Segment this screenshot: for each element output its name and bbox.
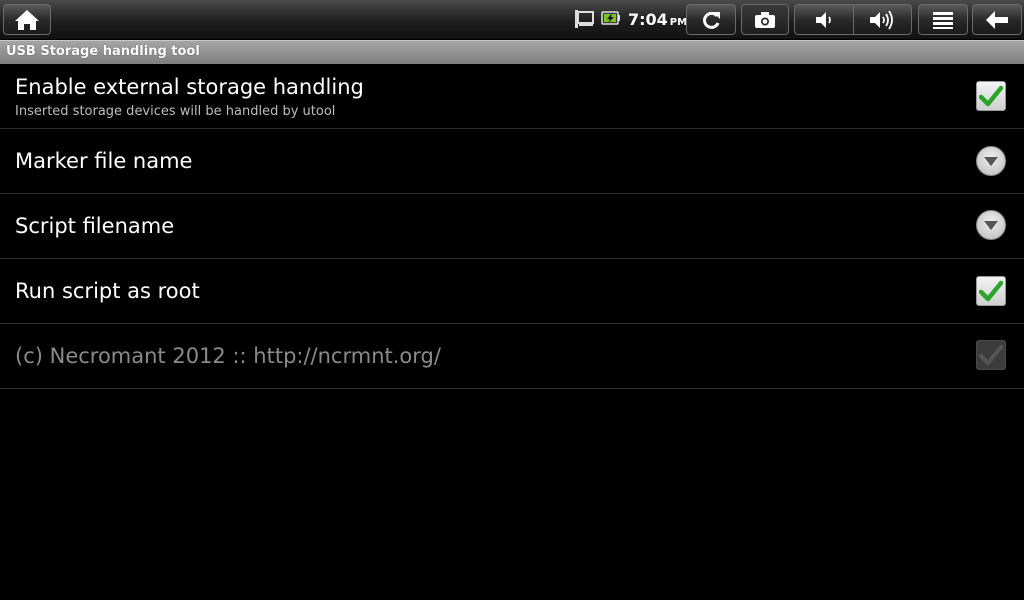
app-title: USB Storage handling tool (6, 44, 200, 59)
clock: 7:04 PM (628, 10, 687, 30)
dropdown-arrow-icon (984, 157, 998, 166)
script-filename-dropdown[interactable] (976, 210, 1006, 240)
pref-title: Marker file name (15, 149, 193, 173)
battery-charging-icon (601, 11, 620, 25)
back-button[interactable] (972, 4, 1022, 35)
pref-title: (c) Necromant 2012 :: http://ncrmnt.org/ (15, 344, 441, 368)
dropdown-arrow-icon (984, 221, 998, 230)
run-as-root-checkbox[interactable] (976, 276, 1006, 306)
system-bar: 7:04 PM (0, 0, 1024, 40)
volume-up-button[interactable] (852, 5, 911, 34)
pref-copyright: (c) Necromant 2012 :: http://ncrmnt.org/ (0, 324, 1024, 389)
checkmark-icon (979, 280, 1003, 302)
clock-ampm: PM (669, 17, 688, 28)
pref-script-filename[interactable]: Script filename (0, 194, 1024, 259)
volume-down-icon (815, 11, 831, 28)
volume-up-icon (870, 10, 894, 29)
sync-button[interactable] (686, 4, 736, 35)
pref-run-script-as-root[interactable]: Run script as root (0, 259, 1024, 324)
back-arrow-icon (986, 10, 1008, 29)
app-title-bar: USB Storage handling tool (0, 40, 1024, 64)
screenshot-button[interactable] (741, 4, 789, 35)
home-icon (15, 9, 39, 30)
clock-time: 7:04 (628, 10, 668, 29)
pref-title: Script filename (15, 214, 175, 238)
pref-title: Run script as root (15, 279, 200, 303)
camera-icon (755, 11, 775, 28)
home-button[interactable] (3, 4, 51, 35)
checkmark-icon (979, 85, 1003, 107)
enable-storage-checkbox[interactable] (976, 81, 1006, 111)
checkmark-icon (979, 345, 1003, 365)
menu-button[interactable] (918, 4, 968, 35)
pref-title: Enable external storage handling (15, 75, 364, 99)
pref-marker-file-name[interactable]: Marker file name (0, 129, 1024, 194)
copyright-checkbox (976, 340, 1006, 370)
menu-icon (933, 11, 953, 29)
preference-list: Enable external storage handling Inserte… (0, 64, 1024, 389)
pref-summary: Inserted storage devices will be handled… (15, 104, 336, 119)
sync-icon (703, 11, 720, 29)
usb-debug-icon (575, 10, 594, 28)
marker-file-dropdown[interactable] (976, 146, 1006, 176)
pref-enable-storage-handling[interactable]: Enable external storage handling Inserte… (0, 64, 1024, 129)
volume-controls (794, 4, 912, 35)
volume-down-button[interactable] (795, 5, 853, 34)
